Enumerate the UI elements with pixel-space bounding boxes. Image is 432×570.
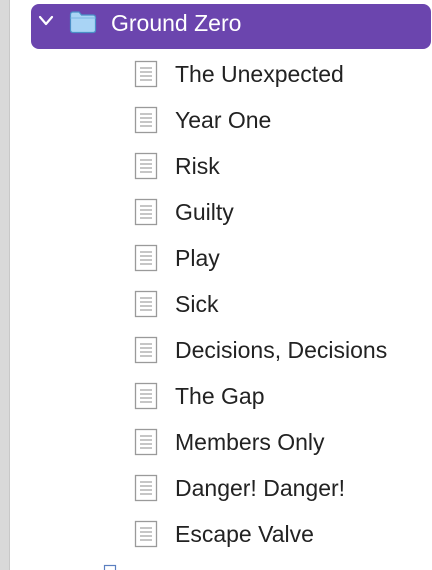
binder-sidebar: Ground Zero The Unexpected Year One Risk… [0, 0, 432, 570]
folder-title: Ground Zero [111, 10, 242, 36]
document-title: Play [175, 245, 220, 271]
document-icon [134, 382, 158, 410]
document-item[interactable]: Escape Valve [0, 511, 432, 557]
document-title: Escape Valve [175, 521, 314, 547]
folder-icon [69, 11, 97, 34]
document-title: Risk [175, 153, 220, 179]
document-title: Danger! Danger! [175, 475, 346, 501]
document-title: Sick [175, 291, 219, 317]
document-icon [134, 244, 158, 272]
document-item[interactable]: The Unexpected [0, 51, 432, 97]
document-item[interactable]: Members Only [0, 419, 432, 465]
document-item[interactable]: Play [0, 235, 432, 281]
document-title: Guilty [175, 199, 234, 225]
document-icon [134, 198, 158, 226]
document-item[interactable]: Risk [0, 143, 432, 189]
document-item[interactable]: Guilty [0, 189, 432, 235]
document-icon [134, 474, 158, 502]
document-icon [134, 60, 158, 88]
document-title: Decisions, Decisions [175, 337, 388, 363]
document-title: The Gap [175, 383, 265, 409]
document-title: Year One [175, 107, 272, 133]
document-title: Members Only [175, 429, 325, 455]
document-icon [134, 520, 158, 548]
document-icon [134, 428, 158, 456]
document-icon [134, 152, 158, 180]
document-list: The Unexpected Year One Risk Guilty Play… [0, 51, 432, 557]
document-item[interactable]: The Gap [0, 373, 432, 419]
chevron-down-icon[interactable] [38, 14, 54, 28]
document-item[interactable]: Decisions, Decisions [0, 327, 432, 373]
document-title: The Unexpected [175, 61, 344, 87]
document-icon [134, 290, 158, 318]
document-icon [134, 106, 158, 134]
document-item[interactable]: Danger! Danger! [0, 465, 432, 511]
partial-item-icon [103, 564, 117, 570]
document-icon [134, 336, 158, 364]
document-item[interactable]: Sick [0, 281, 432, 327]
document-item[interactable]: Year One [0, 97, 432, 143]
